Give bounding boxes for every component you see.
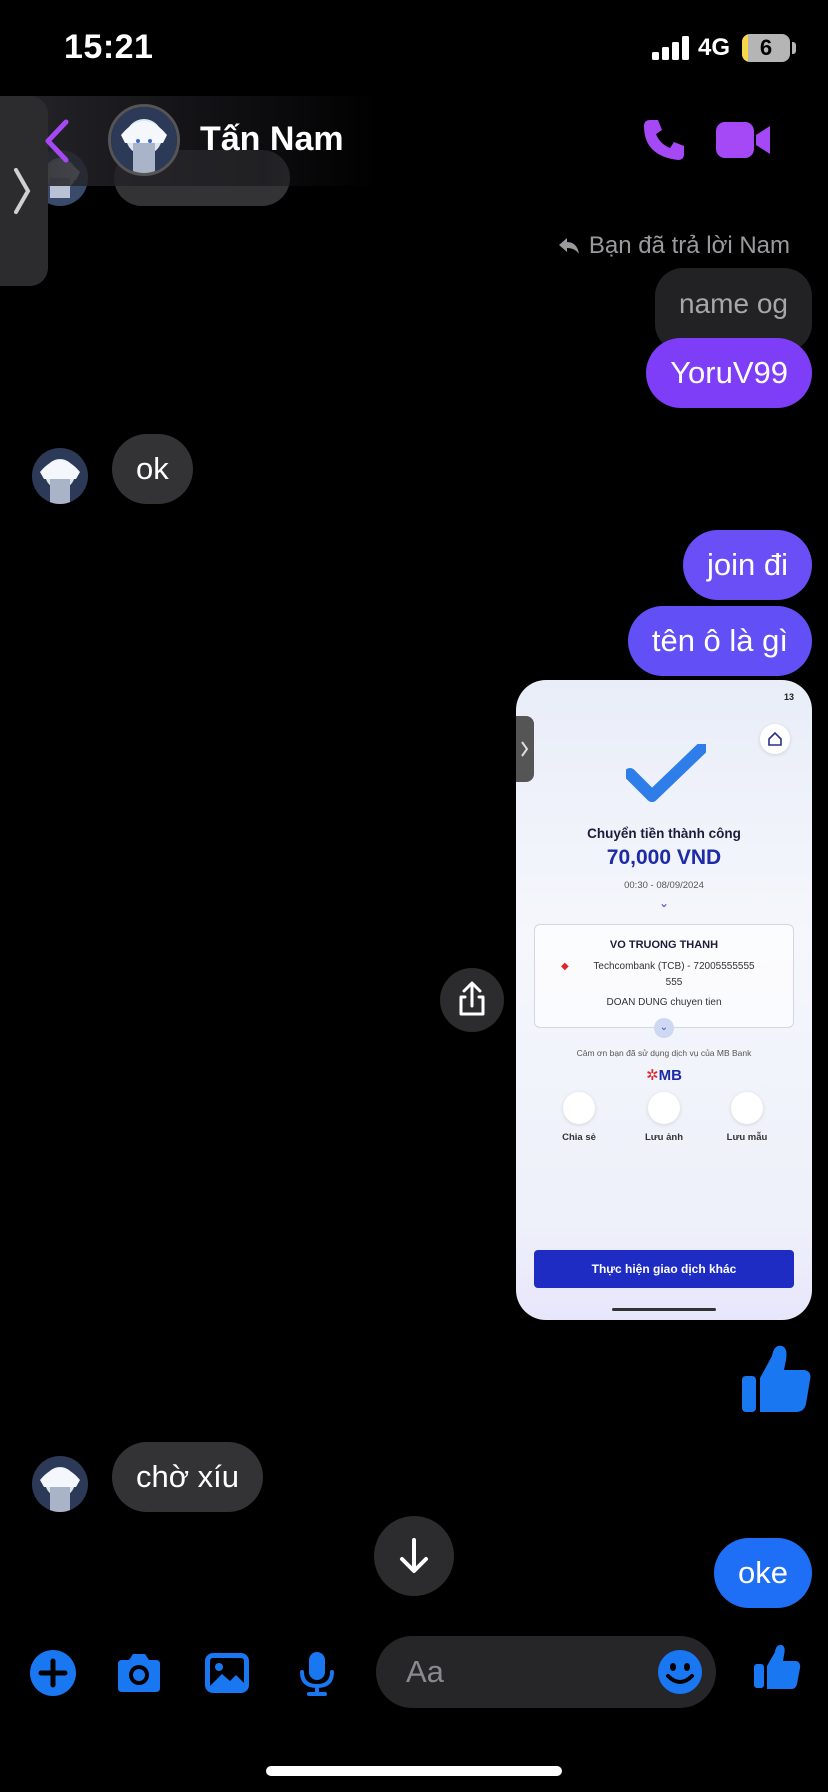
shared-image-home-bar — [612, 1308, 716, 1311]
mb-logo-text: MB — [658, 1067, 682, 1084]
recipient-bank-cont: 555 — [665, 977, 683, 988]
home-icon — [760, 724, 790, 754]
back-icon[interactable] — [42, 118, 72, 164]
transfer-title: Chuyển tiền thành công — [587, 826, 741, 841]
shared-image-status: 13 — [783, 692, 794, 702]
sender-avatar — [32, 448, 88, 504]
recipient-name: VO TRUONG THANH — [609, 939, 719, 951]
recipient-bank-text: Techcombank (TCB) - 72005555555 — [593, 961, 755, 972]
expand-icon: ⌄ — [658, 896, 670, 910]
plus-icon[interactable] — [28, 1648, 78, 1698]
message-bubble-incoming[interactable]: ok — [112, 434, 193, 504]
save-image-label: Lưu ảnh — [644, 1132, 683, 1143]
shared-image[interactable]: 13 Chuyển tiền thành công 70,000 VND 00:… — [516, 680, 812, 1320]
sender-avatar — [32, 1456, 88, 1512]
emoji-icon[interactable] — [656, 1648, 704, 1696]
camera-icon[interactable] — [114, 1648, 164, 1698]
image-side-handle — [516, 716, 534, 782]
signal-icon — [652, 36, 689, 60]
share-action-label: Chia sẻ — [562, 1132, 596, 1143]
transfer-amount: 70,000 VND — [606, 846, 722, 869]
mb-star-icon: ✲ — [646, 1067, 659, 1084]
reply-indicator-text: Bạn đã trả lời Nam — [588, 232, 790, 259]
message-bubble-outgoing[interactable]: join đi — [683, 530, 812, 600]
techcombank-icon: ◆ — [561, 961, 569, 972]
side-drawer-handle[interactable] — [0, 96, 48, 286]
status-time: 15:21 — [64, 28, 154, 66]
message-bubble-incoming[interactable]: chờ xíu — [112, 1442, 264, 1512]
battery-level: 6 — [759, 35, 773, 60]
gallery-icon[interactable] — [202, 1648, 252, 1698]
checkmark-icon — [626, 744, 706, 802]
battery-icon: 6 — [742, 34, 790, 62]
reply-arrow-icon — [558, 238, 579, 254]
new-transaction-button: Thực hiện giao dịch khác — [534, 1250, 794, 1288]
thanks-text: Cảm ơn bạn đã sử dụng dịch vụ của MB Ban… — [576, 1048, 752, 1058]
scroll-to-bottom-button[interactable] — [374, 1516, 454, 1596]
share-action: Chia sẻ — [544, 1092, 614, 1143]
save-template-label: Lưu mẫu — [726, 1132, 768, 1143]
save-image-action: Lưu ảnh — [629, 1092, 699, 1143]
message-bubble-outgoing[interactable]: oke — [714, 1538, 812, 1608]
chevron-right-icon — [14, 168, 31, 214]
message-bubble-outgoing[interactable]: YoruV99 — [646, 338, 812, 408]
chevron-down-icon: ⌄ — [654, 1018, 674, 1038]
arrow-down-icon — [400, 1538, 428, 1573]
home-indicator — [266, 1766, 562, 1776]
share-action-icon — [563, 1092, 595, 1124]
message-bubble-outgoing[interactable]: tên ô là gì — [627, 606, 812, 676]
transfer-datetime: 00:30 - 08/09/2024 — [624, 880, 704, 891]
microphone-icon[interactable] — [292, 1648, 342, 1698]
video-call-icon[interactable] — [714, 120, 774, 160]
reply-indicator: Bạn đã trả lời Nam — [557, 232, 790, 260]
message-input[interactable] — [406, 1636, 626, 1708]
recipient-bank: ◆ Techcombank (TCB) - 72005555555 — [535, 961, 793, 972]
network-type: 4G — [698, 34, 731, 61]
recipient-card: VO TRUONG THANH ◆ Techcombank (TCB) - 72… — [534, 924, 794, 1028]
contact-name[interactable]: Tấn Nam — [200, 120, 344, 159]
contact-avatar[interactable] — [108, 104, 180, 176]
transfer-note: DOAN DUNG chuyen tien — [606, 997, 722, 1008]
share-icon — [459, 981, 485, 1016]
camera-action-icon — [648, 1092, 680, 1124]
phone-icon[interactable] — [640, 116, 688, 164]
message-input-container — [376, 1636, 716, 1708]
share-button[interactable] — [440, 968, 504, 1032]
battery-nub — [792, 42, 796, 54]
thumbs-up-sticker[interactable] — [738, 1340, 814, 1416]
like-button-icon[interactable] — [752, 1642, 802, 1692]
template-action-icon — [731, 1092, 763, 1124]
save-template-action: Lưu mẫu — [712, 1092, 782, 1143]
mb-logo: ✲MB — [516, 1066, 812, 1084]
